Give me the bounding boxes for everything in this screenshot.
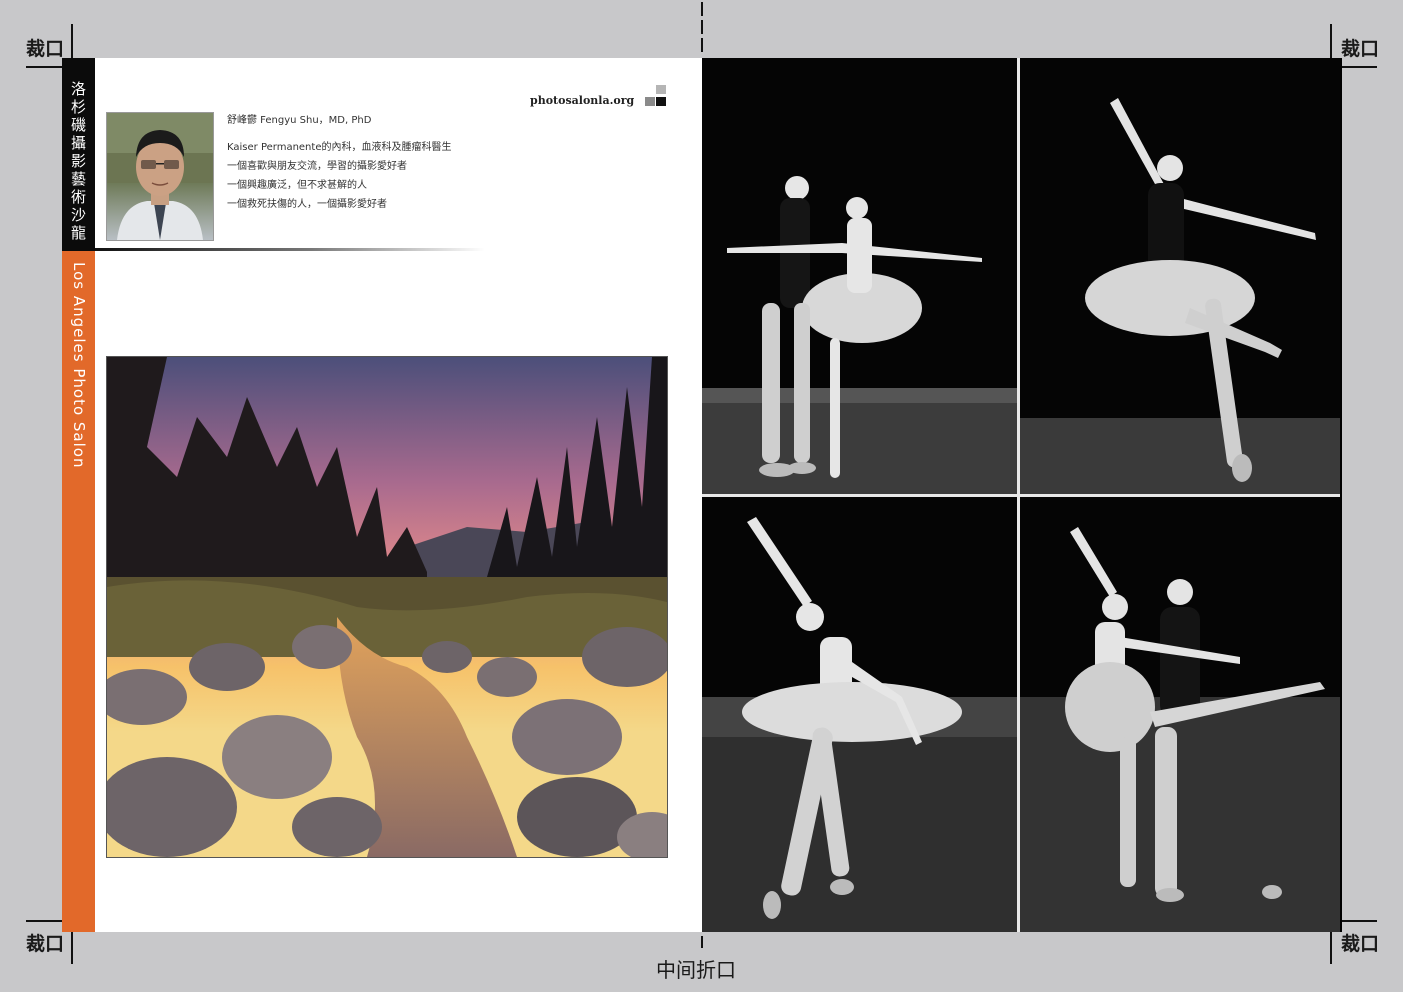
sidebar-title-chinese: 洛杉磯攝影藝術沙龍 xyxy=(70,80,86,242)
author-bio-line: 一個救死扶傷的人，一個攝影愛好者 xyxy=(227,199,387,210)
crop-label-top-left: 裁口 xyxy=(26,38,65,60)
crop-mark xyxy=(26,66,66,68)
site-logo-text: photosalonla.org xyxy=(530,94,635,107)
crop-label-bottom-left: 裁口 xyxy=(26,933,65,955)
logo-square xyxy=(656,97,666,106)
crop-mark xyxy=(1330,24,1332,62)
fold-mark-top xyxy=(701,2,703,16)
center-fold-label: 中间折口 xyxy=(656,958,736,982)
crop-mark xyxy=(71,24,73,62)
logo-square xyxy=(656,85,666,94)
author-bio-line: 一個興趣廣泛，但不求甚解的人 xyxy=(227,180,367,191)
logo-square xyxy=(645,97,655,106)
author-bio-line: Kaiser Permanente的內科，血液科及腫瘤科醫生 xyxy=(227,142,452,153)
landscape-photo xyxy=(106,356,668,858)
ballet-photo-4 xyxy=(1020,497,1340,932)
fold-mark-top xyxy=(701,20,703,34)
author-portrait xyxy=(106,112,214,241)
fold-mark-bottom xyxy=(701,936,703,948)
ballet-photo-2 xyxy=(1020,58,1340,494)
ballet-photo-1 xyxy=(702,58,1017,494)
crop-label-top-right: 裁口 xyxy=(1341,38,1380,60)
author-bio-line: 一個喜歡與朋友交流，學習的攝影愛好者 xyxy=(227,161,407,172)
photo-grid-divider xyxy=(702,494,1340,497)
crop-mark xyxy=(1337,66,1377,68)
header-divider xyxy=(95,248,485,251)
fold-mark-top xyxy=(701,38,703,52)
ballet-photo-3 xyxy=(702,497,1017,932)
author-name: 舒峰鬱 Fengyu Shu，MD, PhD xyxy=(227,115,372,126)
crop-mark xyxy=(1337,920,1377,922)
crop-label-bottom-right: 裁口 xyxy=(1341,933,1380,955)
sidebar-title-english: Los Angeles Photo Salon xyxy=(70,262,88,469)
crop-mark xyxy=(26,920,66,922)
